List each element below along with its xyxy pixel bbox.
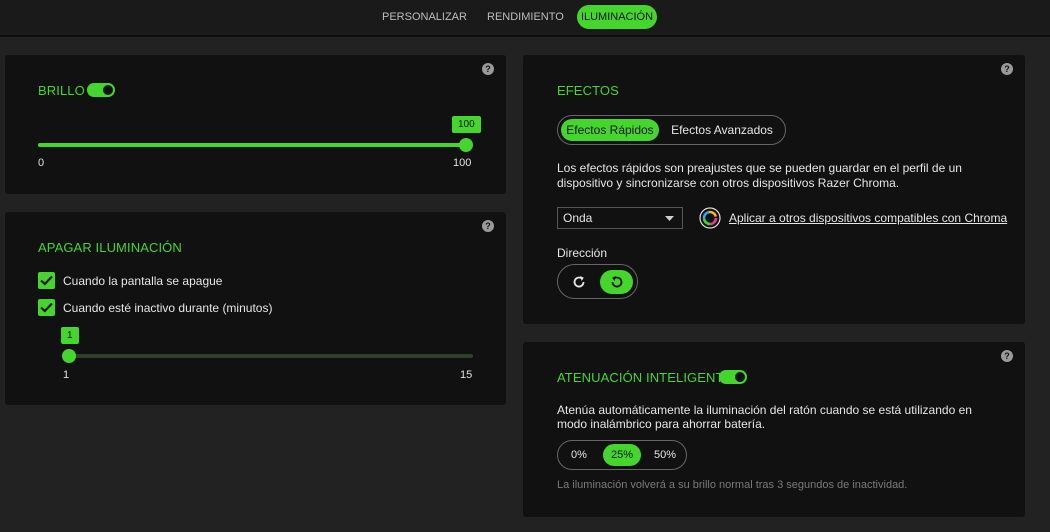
checkbox-inactivo-label: Cuando esté inactivo durante (minutos): [63, 301, 273, 315]
checkbox-inactivo[interactable]: [38, 299, 55, 316]
atenuacion-description-line2: modo inalámbrico para ahorrar batería.: [557, 417, 766, 431]
dimming-level-switch: 0% 25% 50%: [557, 440, 687, 470]
tab-rendimiento[interactable]: RENDIMIENTO: [478, 5, 573, 29]
brillo-slider[interactable]: [38, 138, 473, 152]
inactivo-value-tooltip: 1: [61, 327, 79, 344]
checkbox-pantalla-label: Cuando la pantalla se apague: [63, 274, 223, 288]
direction-counterclockwise-button[interactable]: [600, 270, 633, 294]
rotate-counterclockwise-icon: [611, 276, 622, 288]
brillo-slider-thumb[interactable]: [459, 138, 473, 152]
tab-iluminacion[interactable]: ILUMINACIÓN: [577, 5, 657, 29]
atenuacion-card: ? ATENUACIÓN INTELIGENTE Atenúa automáti…: [523, 342, 1025, 517]
rotate-clockwise-icon: [573, 276, 585, 288]
help-icon[interactable]: ?: [482, 220, 494, 232]
tab-personalizar[interactable]: PERSONALIZAR: [373, 5, 476, 29]
brillo-title: BRILLO: [38, 83, 85, 98]
chevron-down-icon: [665, 216, 674, 221]
dimming-option-0[interactable]: 0%: [562, 444, 596, 466]
checkmark-icon: [40, 275, 53, 286]
atenuacion-toggle[interactable]: [719, 370, 747, 384]
checkmark-icon: [40, 302, 53, 313]
checkbox-pantalla[interactable]: [38, 272, 55, 289]
inactivo-min-label: 1: [63, 369, 70, 381]
efectos-description-line1: Los efectos rápidos son preajustes que s…: [557, 161, 962, 175]
chroma-icon[interactable]: [699, 207, 721, 229]
inactivo-slider[interactable]: [62, 349, 473, 363]
effects-mode-switch: Efectos Rápidos Efectos Avanzados: [557, 115, 786, 145]
inactivo-max-label: 15: [460, 369, 473, 381]
brillo-slider-fill: [38, 143, 466, 147]
help-icon[interactable]: ?: [1001, 63, 1013, 75]
efectos-card: ? EFECTOS Efectos Rápidos Efectos Avanza…: [523, 55, 1025, 324]
apply-chroma-link[interactable]: Aplicar a otros dispositivos compatibles…: [729, 211, 1007, 226]
effect-select[interactable]: Onda: [557, 207, 683, 229]
apagar-title: APAGAR ILUMINACIÓN: [38, 240, 182, 255]
direction-switch: [557, 264, 638, 299]
dimming-option-50[interactable]: 50%: [647, 444, 683, 466]
help-icon[interactable]: ?: [1001, 350, 1013, 362]
brillo-value-tooltip: 100: [452, 116, 481, 133]
tab-efectos-avanzados[interactable]: Efectos Avanzados: [665, 119, 779, 141]
brillo-card: ? BRILLO 100 0 100: [5, 55, 506, 194]
atenuacion-note: La iluminación volverá a su brillo norma…: [557, 479, 908, 491]
tab-efectos-rapidos[interactable]: Efectos Rápidos: [561, 119, 659, 141]
atenuacion-title: ATENUACIÓN INTELIGENTE: [557, 370, 733, 385]
dimming-option-25[interactable]: 25%: [603, 444, 641, 466]
effect-select-value: Onda: [563, 211, 593, 225]
brillo-max-label: 100: [453, 157, 472, 169]
apagar-card: ? APAGAR ILUMINACIÓN Cuando la pantalla …: [5, 212, 506, 405]
efectos-title: EFECTOS: [557, 83, 619, 98]
efectos-description-line2: dispositivo y sincronizarse con otros di…: [557, 176, 900, 190]
brillo-min-label: 0: [38, 157, 45, 169]
top-navigation: PERSONALIZAR RENDIMIENTO ILUMINACIÓN: [0, 0, 1050, 37]
atenuacion-description-line1: Atenúa automáticamente la iluminación de…: [557, 403, 972, 417]
help-icon[interactable]: ?: [482, 63, 494, 75]
direction-label: Dirección: [557, 246, 608, 260]
brillo-toggle[interactable]: [87, 83, 115, 97]
inactivo-slider-thumb[interactable]: [62, 349, 76, 363]
direction-clockwise-button[interactable]: [563, 270, 595, 294]
